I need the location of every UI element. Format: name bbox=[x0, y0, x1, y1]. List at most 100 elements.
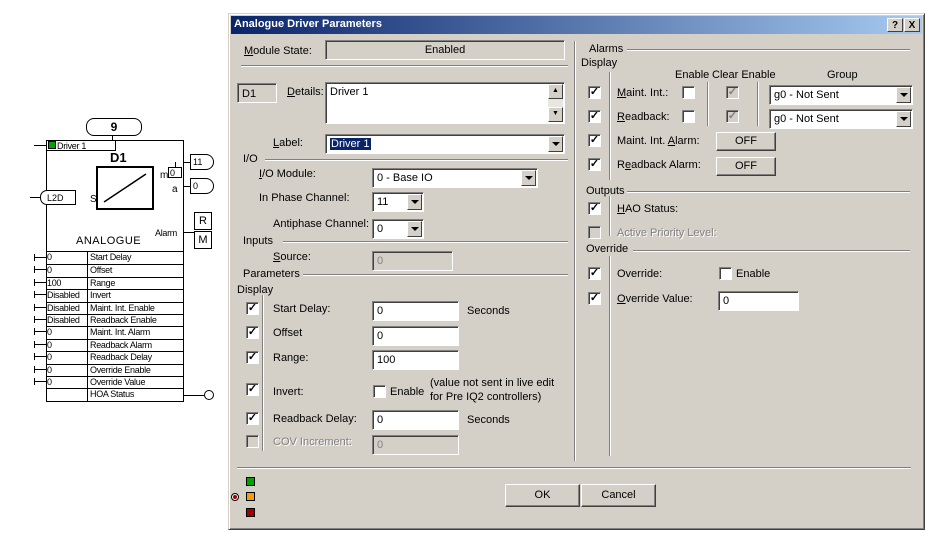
range-field[interactable]: 100 bbox=[372, 350, 459, 370]
col-group-header: Group bbox=[827, 69, 858, 81]
invert-label: Invert: bbox=[273, 386, 304, 398]
param-row[interactable]: 0 Maint. Int. Alarm bbox=[46, 326, 184, 338]
param-name: Maint. Int. Alarm bbox=[90, 327, 150, 338]
override-display-checkbox[interactable]: ✓ bbox=[588, 267, 601, 280]
chevron-down-icon[interactable] bbox=[896, 87, 911, 103]
driver-label-box: Driver 1 bbox=[46, 140, 116, 151]
outputs-group-title: Outputs bbox=[586, 185, 625, 197]
cancel-button[interactable]: Cancel bbox=[581, 484, 656, 507]
scroll-up-icon[interactable]: ▲ bbox=[548, 84, 563, 99]
cov-label: COV Increment: bbox=[273, 436, 352, 448]
param-row[interactable]: 0 Readback Alarm bbox=[46, 338, 184, 351]
invert-enable-label: Enable bbox=[390, 386, 425, 398]
active-priority-display-checkbox bbox=[588, 226, 601, 239]
cov-field: 0 bbox=[372, 435, 459, 455]
param-value: 0 bbox=[47, 339, 52, 350]
param-row[interactable]: Disabled Invert bbox=[46, 289, 184, 301]
hao-display-checkbox[interactable]: ✓ bbox=[588, 202, 601, 215]
range-display-checkbox[interactable]: ✓ bbox=[246, 351, 259, 364]
start-delay-display-checkbox[interactable]: ✓ bbox=[246, 302, 259, 315]
output-term-11[interactable]: 11 bbox=[190, 154, 214, 170]
param-input-pin[interactable] bbox=[34, 257, 46, 258]
param-input-pin[interactable] bbox=[34, 343, 46, 345]
readback-delay-unit: Seconds bbox=[467, 414, 510, 426]
readback-alarm-off-button[interactable]: OFF bbox=[716, 157, 776, 176]
maint-alarm-label: Maint. Int. Alarm: bbox=[617, 135, 700, 147]
param-input-pin[interactable] bbox=[34, 269, 46, 271]
param-row[interactable]: 0 Override Value bbox=[46, 376, 184, 388]
readback-alarm-display-checkbox[interactable]: ✓ bbox=[588, 158, 601, 171]
maint-int-enable-checkbox[interactable] bbox=[682, 86, 695, 99]
io-module-value: 0 - Base IO bbox=[377, 172, 433, 184]
scroll-down-icon[interactable]: ▼ bbox=[548, 107, 563, 122]
invert-display-checkbox[interactable]: ✓ bbox=[246, 383, 259, 396]
maint-int-display-checkbox[interactable]: ✓ bbox=[588, 86, 601, 99]
ok-button[interactable]: OK bbox=[505, 484, 580, 507]
maint-int-label: Maint. Int.: bbox=[617, 87, 669, 99]
dialog-title: Analogue Driver Parameters bbox=[234, 18, 382, 30]
param-input-pin[interactable] bbox=[34, 368, 46, 370]
start-delay-field[interactable]: 0 bbox=[372, 301, 459, 321]
chevron-down-icon[interactable] bbox=[407, 194, 422, 210]
chevron-down-icon[interactable] bbox=[407, 221, 422, 237]
param-input-pin[interactable] bbox=[34, 381, 46, 382]
output-term-a[interactable]: 0 bbox=[190, 178, 214, 194]
output-a-label: a bbox=[172, 184, 178, 195]
label-combo[interactable]: Driver 1 bbox=[325, 134, 565, 154]
close-button[interactable]: X bbox=[904, 18, 920, 32]
block-number-tag: 9 bbox=[86, 118, 142, 136]
io-module-combo[interactable]: 0 - Base IO bbox=[372, 168, 538, 188]
param-input-pin[interactable] bbox=[34, 281, 46, 283]
hao-status-label: HAO Status: bbox=[617, 203, 679, 215]
param-row[interactable]: Disabled Maint. Int. Enable bbox=[46, 301, 184, 314]
param-input-pin[interactable] bbox=[34, 306, 46, 308]
maint-int-group-combo[interactable]: g0 - Not Sent bbox=[769, 85, 913, 105]
chevron-down-icon[interactable] bbox=[896, 111, 911, 127]
param-row[interactable]: 100 Range bbox=[46, 276, 184, 289]
param-input-pin[interactable] bbox=[34, 319, 46, 320]
invert-enable-checkbox[interactable] bbox=[373, 385, 386, 398]
override-enable-checkbox[interactable] bbox=[719, 267, 732, 280]
offset-display-checkbox[interactable]: ✓ bbox=[246, 326, 259, 339]
hoa-output-pin[interactable] bbox=[204, 390, 214, 400]
param-value: 0 bbox=[47, 327, 52, 338]
details-scrollbar[interactable]: ▲ ▼ bbox=[548, 84, 563, 122]
param-row[interactable]: 0 Readback Delay bbox=[46, 351, 184, 363]
input-source-term[interactable]: L2D bbox=[40, 190, 76, 205]
maint-alarm-display-checkbox[interactable]: ✓ bbox=[588, 134, 601, 147]
offset-field[interactable]: 0 bbox=[372, 326, 459, 346]
param-row[interactable]: 0 Start Delay bbox=[46, 252, 184, 264]
override-value-field[interactable]: 0 bbox=[718, 291, 799, 311]
param-input-pin[interactable] bbox=[34, 356, 46, 358]
orange-status-led bbox=[246, 492, 255, 501]
maint-alarm-off-button[interactable]: OFF bbox=[716, 132, 776, 151]
io-module-label: I/O Module: bbox=[259, 168, 316, 180]
override-value-display-checkbox[interactable]: ✓ bbox=[588, 292, 601, 305]
chevron-down-icon[interactable] bbox=[521, 170, 536, 186]
readback-delay-display-checkbox[interactable]: ✓ bbox=[246, 412, 259, 425]
param-row[interactable]: 0 Override Enable bbox=[46, 363, 184, 376]
function-block-diagram[interactable]: 9 Driver 1 D1 L2D S m 0 a 11 0 ANALOGUE … bbox=[0, 0, 228, 543]
col-enable-header: Enable bbox=[675, 69, 710, 81]
block-type-label: ANALOGUE bbox=[76, 235, 142, 247]
param-pin-tick bbox=[34, 328, 35, 336]
m-terminal[interactable]: M bbox=[194, 231, 212, 249]
r-terminal[interactable]: R bbox=[194, 212, 212, 230]
chevron-down-icon[interactable] bbox=[548, 136, 563, 152]
maint-int-group-value: g0 - Not Sent bbox=[774, 89, 839, 101]
param-input-pin[interactable] bbox=[34, 294, 46, 296]
source-label: Source: bbox=[273, 251, 311, 263]
help-button[interactable]: ? bbox=[887, 18, 903, 32]
in-phase-combo[interactable]: 11 bbox=[372, 192, 424, 212]
param-row[interactable]: Disabled Readback Enable bbox=[46, 314, 184, 326]
readback-enable-checkbox[interactable] bbox=[682, 110, 695, 123]
readback-delay-field[interactable]: 0 bbox=[372, 410, 459, 430]
param-row[interactable]: HOA Status bbox=[46, 388, 184, 400]
details-textarea[interactable]: Driver 1 ▲ ▼ bbox=[325, 82, 565, 124]
param-input-pin[interactable] bbox=[34, 331, 46, 333]
readback-group-combo[interactable]: g0 - Not Sent bbox=[769, 109, 913, 129]
antiphase-combo[interactable]: 0 bbox=[372, 219, 424, 239]
readback-group-value: g0 - Not Sent bbox=[774, 113, 839, 125]
param-row[interactable]: 0 Offset bbox=[46, 264, 184, 276]
readback-display-checkbox[interactable]: ✓ bbox=[588, 110, 601, 123]
